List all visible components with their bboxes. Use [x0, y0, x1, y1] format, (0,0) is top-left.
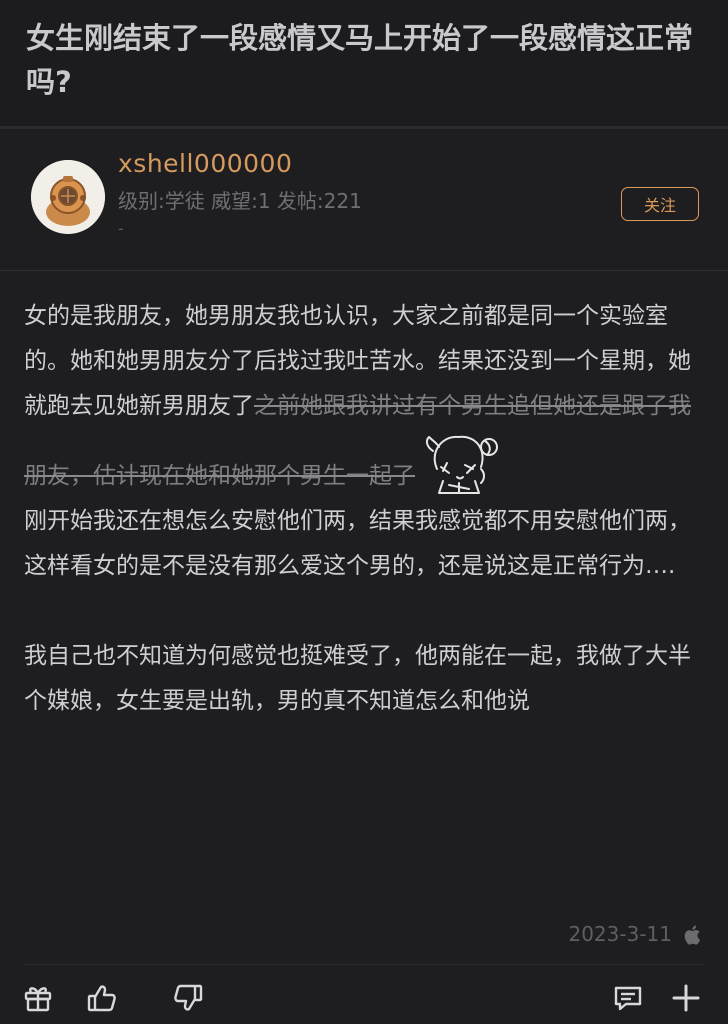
paragraph-1: 女的是我朋友，她男朋友我也认识，大家之前都是同一个实验室的。她和她男朋友分了后找…: [24, 294, 696, 499]
user-signature: -: [118, 219, 124, 238]
author-row: xshell000000 级别:学徒 威望:1 发帖:221 - 关注: [0, 129, 728, 270]
thumbs-down-icon[interactable]: [172, 982, 204, 1014]
username[interactable]: xshell000000: [118, 149, 292, 178]
user-meta: 级别:学徒 威望:1 发帖:221: [118, 189, 362, 213]
post-title-block: 女生刚结束了一段感情又马上开始了一段感情这正常吗?: [0, 0, 728, 126]
paragraph-3: 我自己也不知道为何感觉也挺难受了，他两能在一起，我做了大半个媒娘，女生要是出轨，…: [24, 643, 691, 714]
author-divider: [0, 270, 728, 271]
anime-girl-sticker-icon: [419, 429, 505, 499]
diving-helmet-avatar-icon: [31, 160, 105, 234]
apple-icon: [684, 925, 701, 945]
post-title: 女生刚结束了一段感情又马上开始了一段感情这正常吗?: [26, 21, 694, 99]
gift-icon[interactable]: [22, 982, 54, 1014]
follow-button[interactable]: 关注: [621, 187, 699, 221]
post-content: 女的是我朋友，她男朋友我也认识，大家之前都是同一个实验室的。她和她男朋友分了后找…: [24, 294, 696, 724]
avatar[interactable]: [31, 160, 105, 234]
action-toolbar: [0, 972, 728, 1024]
post-date: 2023-3-11: [568, 922, 672, 946]
comment-icon[interactable]: [612, 982, 644, 1014]
bottom-divider: [24, 964, 704, 965]
paragraph-2: 刚开始我还在想怎么安慰他们两，结果我感觉都不用安慰他们两，这样看女的是不是没有那…: [24, 508, 691, 579]
thumbs-up-icon[interactable]: [86, 982, 118, 1014]
plus-icon[interactable]: [670, 982, 702, 1014]
